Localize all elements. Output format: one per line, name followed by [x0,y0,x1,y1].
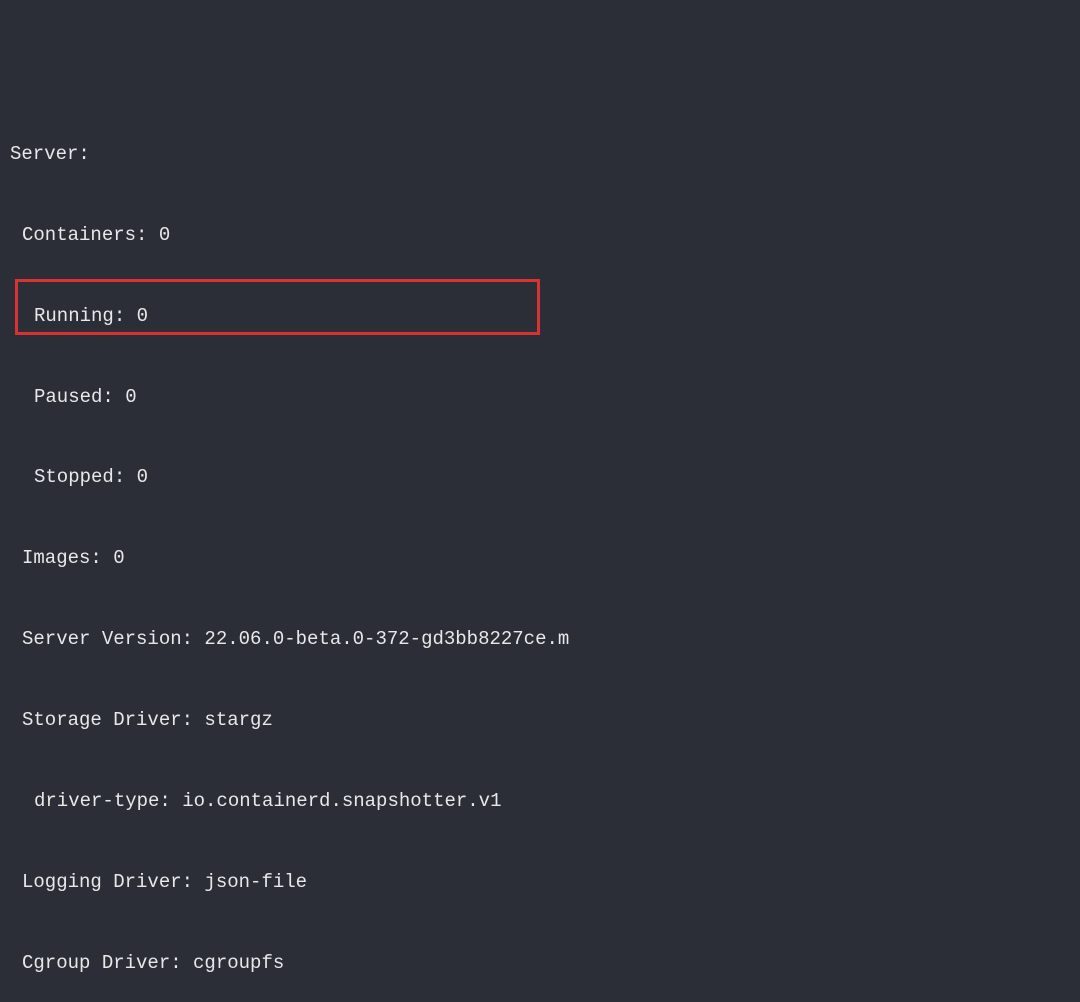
output-line-highlighted: Storage Driver: stargz [10,707,1070,734]
output-line: Containers: 0 [10,222,1070,249]
output-line-highlighted: driver-type: io.containerd.snapshotter.v… [10,788,1070,815]
output-line: Running: 0 [10,303,1070,330]
output-line: Server Version: 22.06.0-beta.0-372-gd3bb… [10,626,1070,653]
output-line: Stopped: 0 [10,464,1070,491]
output-line: Images: 0 [10,545,1070,572]
output-line: Cgroup Driver: cgroupfs [10,950,1070,977]
output-line: Paused: 0 [10,384,1070,411]
terminal-output: Server: Containers: 0 Running: 0 Paused:… [10,87,1070,1002]
output-line: Logging Driver: json-file [10,869,1070,896]
output-line: Server: [10,141,1070,168]
